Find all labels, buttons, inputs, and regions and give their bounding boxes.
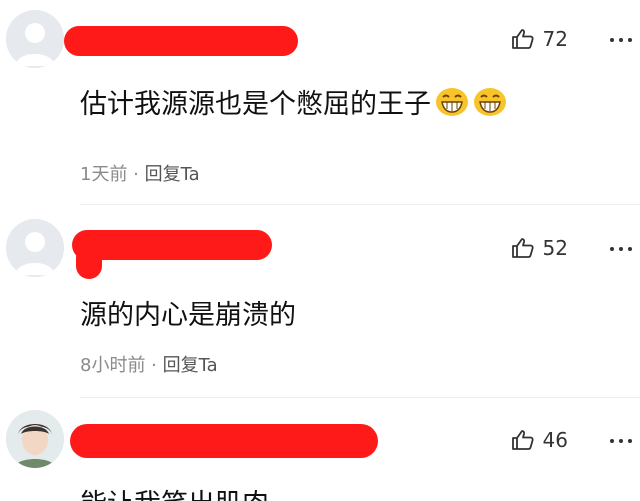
comment-text: 估计我源源也是个憋屈的王子 xyxy=(80,82,507,121)
more-horizontal-icon[interactable] xyxy=(610,439,632,443)
username-redacted[interactable] xyxy=(64,26,298,56)
avatar[interactable] xyxy=(6,219,64,277)
comment-item: 72 估计我源源也是个憋屈的王子 1天前 · 回复Ta xyxy=(0,0,640,205)
comment-meta: 1天前 · 回复Ta xyxy=(80,160,200,186)
avatar[interactable] xyxy=(6,410,64,468)
comment-list: 72 估计我源源也是个憋屈的王子 1天前 · 回复Ta 52 源的内心是崩溃的 … xyxy=(0,0,640,501)
like-button[interactable]: 46 xyxy=(511,428,568,452)
reply-button[interactable]: 回复Ta xyxy=(145,164,200,185)
meta-separator: · xyxy=(127,164,145,185)
avatar[interactable] xyxy=(6,10,64,68)
thumbs-up-icon xyxy=(511,430,534,450)
like-count: 72 xyxy=(542,27,568,51)
laughing-emoji-icon xyxy=(435,87,469,117)
comment-time: 1天前 xyxy=(80,164,128,185)
comment-body: 源的内心是崩溃的 xyxy=(80,300,296,331)
like-button[interactable]: 72 xyxy=(511,27,568,51)
like-button[interactable]: 52 xyxy=(511,236,568,260)
more-horizontal-icon[interactable] xyxy=(610,247,632,251)
comment-time: 8小时前 xyxy=(80,355,146,376)
like-count: 46 xyxy=(542,428,568,452)
meta-separator: · xyxy=(145,355,163,376)
default-avatar-icon xyxy=(6,219,64,277)
divider xyxy=(80,397,640,398)
more-horizontal-icon[interactable] xyxy=(610,38,632,42)
comment-meta: 8小时前 · 回复Ta xyxy=(80,351,218,377)
comment-body: 估计我源源也是个憋屈的王子 xyxy=(80,89,431,120)
comment-body: 能让我笑出肌肉 xyxy=(80,482,269,501)
thumbs-up-icon xyxy=(511,238,534,258)
default-avatar-icon xyxy=(6,10,64,68)
comment-item: 46 能让我笑出肌肉 xyxy=(0,400,640,501)
laughing-emoji-icon xyxy=(473,87,507,117)
like-count: 52 xyxy=(542,236,568,260)
username-redacted[interactable] xyxy=(72,230,272,260)
username-redacted[interactable] xyxy=(70,424,378,458)
username-redacted-tail xyxy=(76,245,102,279)
comment-text: 源的内心是崩溃的 xyxy=(80,293,296,332)
user-photo-avatar xyxy=(6,410,64,468)
reply-button[interactable]: 回复Ta xyxy=(163,355,218,376)
comment-text: 能让我笑出肌肉 xyxy=(80,482,269,501)
thumbs-up-icon xyxy=(511,29,534,49)
comment-item: 52 源的内心是崩溃的 8小时前 · 回复Ta xyxy=(0,205,640,400)
